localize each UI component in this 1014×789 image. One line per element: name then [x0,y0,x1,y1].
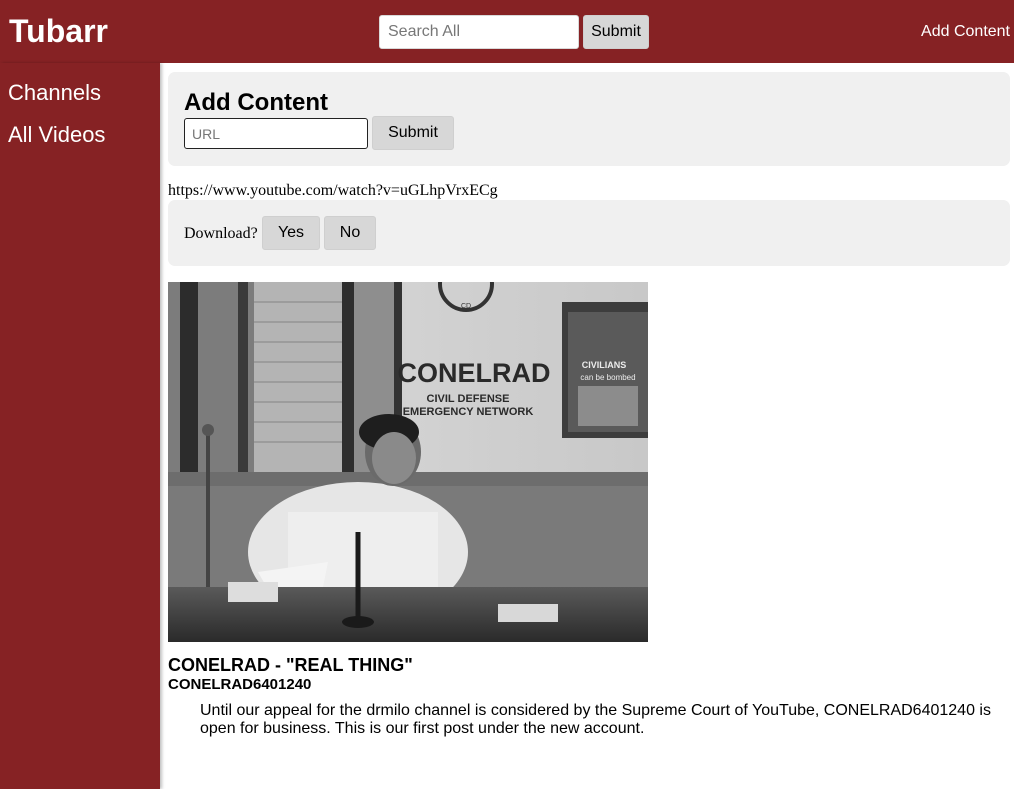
add-content-panel: Add Content Submit [168,72,1010,166]
top-bar: Tubarr Submit Add Content [0,0,1014,63]
download-yes-button[interactable]: Yes [262,216,320,250]
url-input[interactable] [184,118,368,149]
app-brand[interactable]: Tubarr [9,13,108,49]
video-channel[interactable]: CONELRAD6401240 [168,676,311,694]
add-content-heading: Add Content [184,89,328,116]
download-no-button[interactable]: No [324,216,376,250]
thumbnail-sign-title: CONELRAD [398,358,551,388]
add-content-link[interactable]: Add Content [921,22,1010,42]
thumbnail-poster-line1: CIVILIANS [582,360,627,370]
download-prompt: Download? [184,225,258,242]
sidebar-item-channels[interactable]: Channels [8,80,101,106]
sidebar: Channels All Videos [0,63,160,789]
search-input[interactable] [379,15,579,49]
video-url-text: https://www.youtube.com/watch?v=uGLhpVrx… [168,182,498,199]
video-thumbnail: CD CONELRAD CIVIL DEFENSE EMERGENCY NETW… [168,282,648,642]
svg-text:CD: CD [461,303,471,310]
download-panel: Download? Yes No [168,200,1010,266]
video-title: CONELRAD - "REAL THING" [168,655,413,675]
thumbnail-sign-line3: EMERGENCY NETWORK [403,406,534,418]
sidebar-item-all-videos[interactable]: All Videos [8,122,105,148]
video-description: Until our appeal for the drmilo channel … [200,702,991,737]
url-submit-button[interactable]: Submit [372,116,454,150]
search-submit-button[interactable]: Submit [583,15,649,49]
thumbnail-poster-line2: can be bombed [580,373,635,382]
thumbnail-sign-line2: CIVIL DEFENSE [427,393,510,405]
